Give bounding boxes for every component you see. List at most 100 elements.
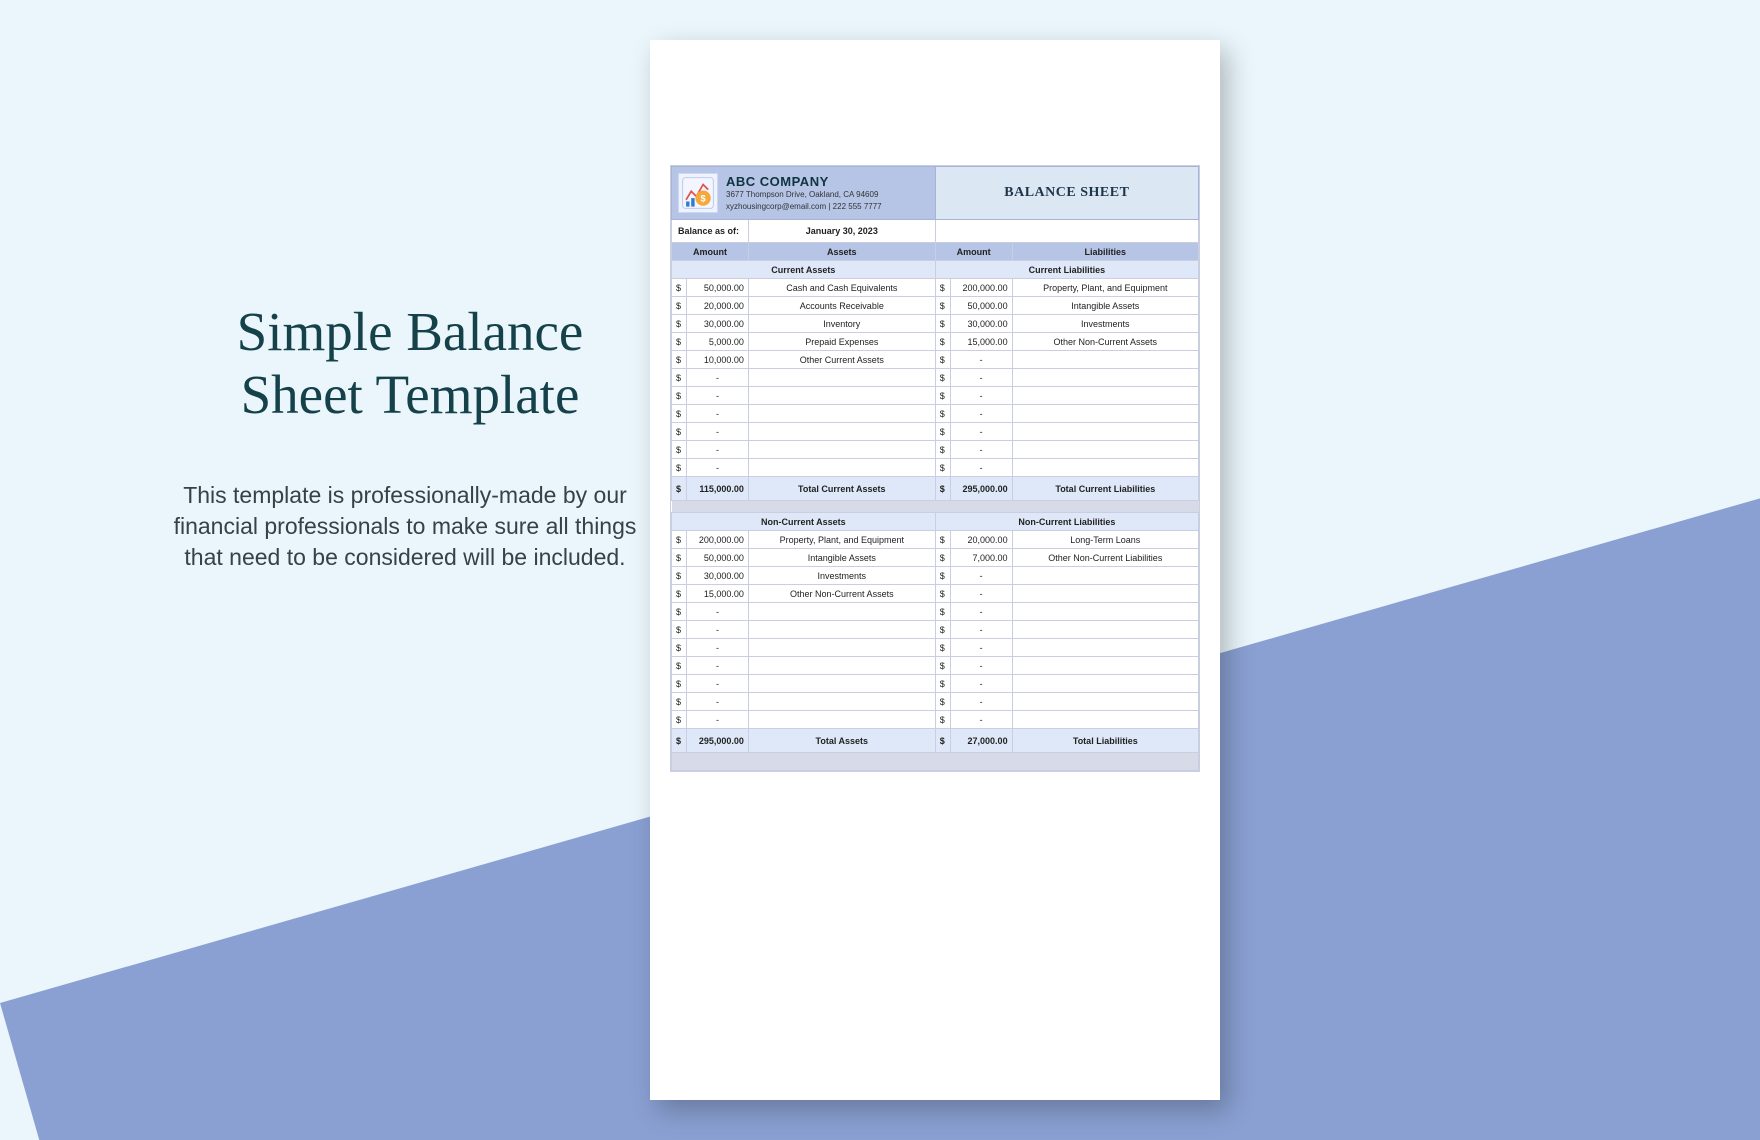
currency-symbol: $	[935, 351, 950, 369]
amount-cell: 50,000.00	[686, 279, 748, 297]
svg-text:$: $	[700, 194, 706, 204]
currency-symbol: $	[935, 387, 950, 405]
amount-cell: -	[950, 621, 1012, 639]
label-cell: Property, Plant, and Equipment	[1012, 279, 1198, 297]
currency-symbol: $	[672, 531, 687, 549]
amount-cell: -	[950, 405, 1012, 423]
currency-symbol: $	[935, 279, 950, 297]
amount-cell: -	[686, 387, 748, 405]
currency-symbol: $	[935, 477, 950, 501]
label-cell	[748, 603, 935, 621]
currency-symbol: $	[935, 549, 950, 567]
label-cell	[1012, 711, 1198, 729]
amount-cell: -	[686, 459, 748, 477]
label-cell: Accounts Receivable	[748, 297, 935, 315]
currency-symbol: $	[935, 657, 950, 675]
table-row: $-$-	[672, 639, 1199, 657]
amount-cell: 20,000.00	[950, 531, 1012, 549]
table-row: $-$-	[672, 621, 1199, 639]
label-cell	[1012, 423, 1198, 441]
label-cell	[1012, 405, 1198, 423]
table-row: $50,000.00Intangible Assets$7,000.00Othe…	[672, 549, 1199, 567]
label-cell	[748, 675, 935, 693]
amount-cell: 50,000.00	[950, 297, 1012, 315]
currency-symbol: $	[935, 459, 950, 477]
balance-as-of-label: Balance as of:	[672, 220, 749, 243]
table-row: $-$-	[672, 711, 1199, 729]
label-cell: Intangible Assets	[748, 549, 935, 567]
label-cell	[748, 405, 935, 423]
amount-cell: 200,000.00	[950, 279, 1012, 297]
total-assets-amount: 295,000.00	[686, 729, 748, 753]
table-row: $-$-	[672, 675, 1199, 693]
amount-cell: -	[686, 657, 748, 675]
page-title: Simple Balance Sheet Template	[200, 300, 620, 427]
label-cell	[748, 657, 935, 675]
amount-cell: -	[950, 675, 1012, 693]
label-cell	[748, 369, 935, 387]
currency-symbol: $	[935, 621, 950, 639]
currency-symbol: $	[935, 675, 950, 693]
label-cell: Investments	[1012, 315, 1198, 333]
amount-cell: 50,000.00	[686, 549, 748, 567]
amount-cell: -	[950, 603, 1012, 621]
amount-cell: -	[950, 639, 1012, 657]
label-cell: Prepaid Expenses	[748, 333, 935, 351]
company-name: ABC COMPANY	[726, 174, 882, 189]
table-row: $-$-	[672, 603, 1199, 621]
document-preview: $ ABC COMPANY 3677 Thompson Drive, Oakla…	[650, 40, 1220, 1100]
col-amount-left: Amount	[672, 243, 749, 261]
table-row: $50,000.00Cash and Cash Equivalents$200,…	[672, 279, 1199, 297]
amount-cell: 7,000.00	[950, 549, 1012, 567]
currency-symbol: $	[672, 477, 687, 501]
balance-date: January 30, 2023	[748, 220, 935, 243]
currency-symbol: $	[672, 333, 687, 351]
col-assets: Assets	[748, 243, 935, 261]
table-row: $-$-	[672, 459, 1199, 477]
currency-symbol: $	[935, 711, 950, 729]
currency-symbol: $	[935, 297, 950, 315]
amount-cell: -	[950, 423, 1012, 441]
label-cell	[748, 387, 935, 405]
currency-symbol: $	[672, 639, 687, 657]
currency-symbol: $	[935, 603, 950, 621]
currency-symbol: $	[672, 423, 687, 441]
amount-cell: -	[686, 675, 748, 693]
currency-symbol: $	[672, 711, 687, 729]
label-cell	[1012, 567, 1198, 585]
section-current-assets: Current Assets	[672, 261, 936, 279]
label-cell	[1012, 351, 1198, 369]
currency-symbol: $	[672, 405, 687, 423]
label-cell	[1012, 459, 1198, 477]
amount-cell: -	[686, 603, 748, 621]
currency-symbol: $	[672, 297, 687, 315]
label-cell: Other Non-Current Assets	[748, 585, 935, 603]
table-row: $15,000.00Other Non-Current Assets$-	[672, 585, 1199, 603]
table-row: $-$-	[672, 387, 1199, 405]
col-amount-right: Amount	[935, 243, 1012, 261]
label-cell	[748, 711, 935, 729]
label-cell: Inventory	[748, 315, 935, 333]
amount-cell: 30,000.00	[686, 315, 748, 333]
amount-cell: -	[950, 441, 1012, 459]
currency-symbol: $	[935, 531, 950, 549]
label-cell	[748, 423, 935, 441]
table-row: $-$-	[672, 405, 1199, 423]
currency-symbol: $	[935, 693, 950, 711]
currency-symbol: $	[672, 585, 687, 603]
currency-symbol: $	[672, 603, 687, 621]
page-description: This template is professionally-made by …	[155, 480, 655, 573]
total-assets-label: Total Assets	[748, 729, 935, 753]
currency-symbol: $	[935, 405, 950, 423]
col-liabilities: Liabilities	[1012, 243, 1198, 261]
amount-cell: 30,000.00	[950, 315, 1012, 333]
currency-symbol: $	[935, 585, 950, 603]
currency-symbol: $	[672, 441, 687, 459]
table-row: $200,000.00Property, Plant, and Equipmen…	[672, 531, 1199, 549]
company-address: 3677 Thompson Drive, Oakland, CA 94609	[726, 189, 882, 200]
amount-cell: -	[950, 567, 1012, 585]
amount-cell: -	[950, 711, 1012, 729]
currency-symbol: $	[672, 621, 687, 639]
currency-symbol: $	[672, 369, 687, 387]
label-cell: Other Non-Current Assets	[1012, 333, 1198, 351]
